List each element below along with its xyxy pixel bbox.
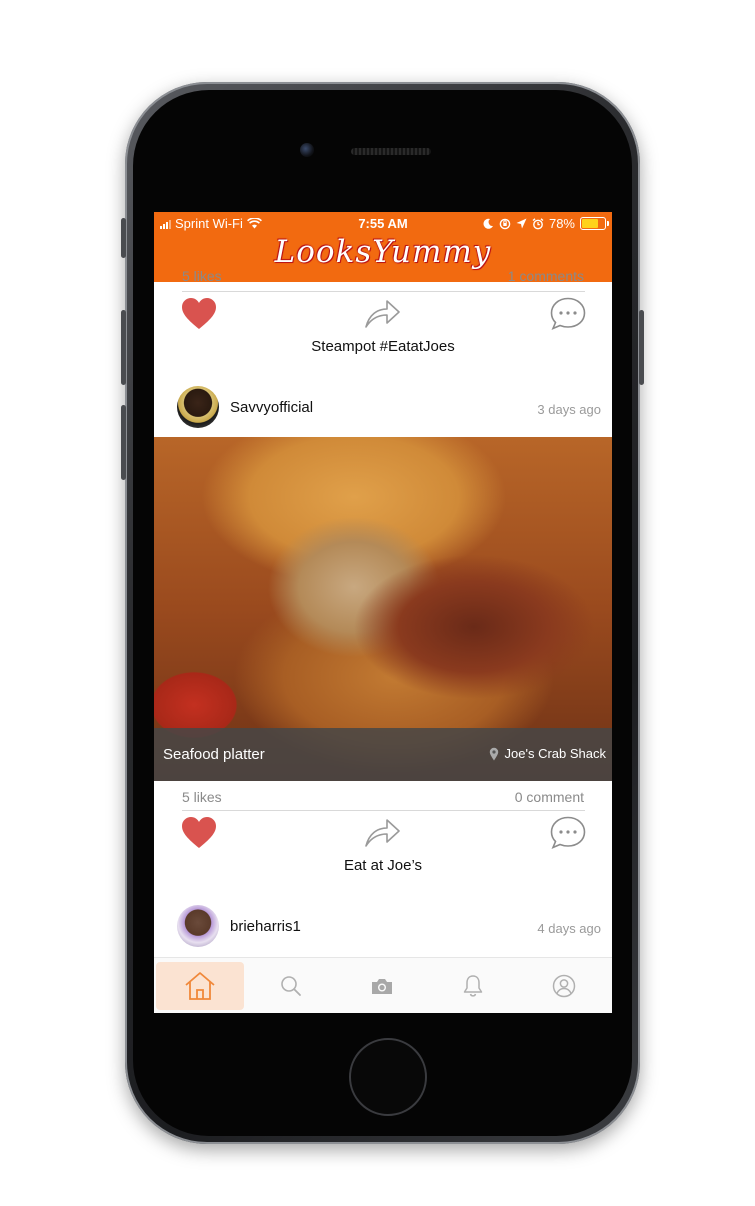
post-header[interactable]: brieharris1 4 days ago (154, 902, 612, 948)
status-right: 78% (483, 216, 609, 231)
post-stats-partial: 5 likes 1 comments (154, 268, 612, 284)
app-screen: Sprint Wi-Fi 7:55 AM 78% LooksYummy 5 li… (154, 212, 612, 1013)
volume-down-button (121, 405, 126, 480)
alarm-icon (532, 217, 544, 229)
tab-notifications[interactable] (429, 962, 517, 1010)
comment-bubble-icon[interactable] (548, 296, 588, 332)
post-photo[interactable]: Seafood platter Joe's Crab Shack (154, 437, 612, 781)
comments-count[interactable]: 0 comment (515, 789, 584, 805)
location-pin-icon (489, 747, 498, 760)
share-arrow-icon[interactable] (362, 296, 402, 332)
post-time: 3 days ago (537, 402, 601, 417)
status-bar: Sprint Wi-Fi 7:55 AM 78% (154, 212, 612, 236)
username[interactable]: Savvyofficial (230, 399, 313, 416)
share-arrow-icon[interactable] (362, 815, 402, 851)
location-arrow-icon (516, 218, 527, 229)
battery-percent: 78% (548, 216, 575, 231)
comment-bubble-icon[interactable] (548, 815, 588, 851)
tab-profile[interactable] (520, 962, 608, 1010)
user-icon (552, 974, 576, 998)
post-time: 4 days ago (537, 921, 601, 936)
search-icon (281, 976, 301, 996)
location-name: Joe's Crab Shack (504, 746, 606, 761)
battery-icon (580, 217, 609, 230)
post-caption: Eat at Joe’s (343, 857, 423, 874)
dish-name: Seafood platter (163, 746, 265, 763)
post-header[interactable]: Savvyofficial 3 days ago (154, 384, 612, 430)
camera-icon (372, 979, 392, 994)
username[interactable]: brieharris1 (230, 918, 301, 935)
divider (182, 291, 585, 292)
heart-like-icon[interactable] (179, 296, 219, 332)
hardware-home-button[interactable] (349, 1038, 427, 1116)
app-logo: LooksYummy (274, 234, 492, 270)
volume-up-button (121, 310, 126, 385)
earpiece-speaker (351, 148, 431, 155)
home-icon (185, 972, 215, 1000)
rotation-lock-icon (499, 218, 511, 229)
heart-like-icon[interactable] (179, 815, 219, 851)
location-tag[interactable]: Joe's Crab Shack (489, 746, 606, 761)
post-stats: 5 likes 0 comment (154, 789, 612, 807)
comments-count[interactable]: 1 comments (508, 268, 584, 284)
tab-search[interactable] (247, 962, 335, 1010)
power-button (639, 310, 644, 385)
tab-home[interactable] (156, 962, 244, 1010)
mute-switch (121, 218, 126, 258)
avatar[interactable] (177, 386, 219, 428)
bottom-tab-bar (154, 957, 612, 1013)
bell-icon (463, 975, 483, 997)
likes-count[interactable]: 5 likes (182, 789, 222, 805)
moon-icon (483, 218, 493, 229)
likes-count[interactable]: 5 likes (182, 268, 222, 284)
tab-camera[interactable] (338, 962, 426, 1010)
front-camera (300, 143, 314, 157)
post-caption: Steampot #EatatJoes (311, 338, 455, 355)
divider (182, 810, 585, 811)
photo-info-bar: Seafood platter Joe's Crab Shack (154, 728, 612, 781)
avatar[interactable] (177, 905, 219, 947)
